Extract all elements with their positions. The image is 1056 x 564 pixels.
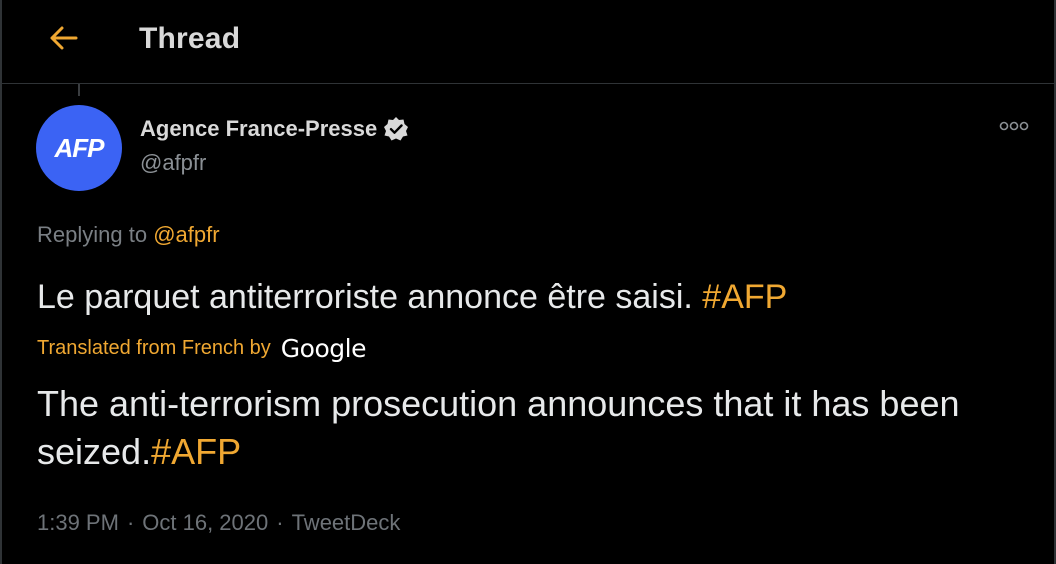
replying-to-label: Replying to — [37, 222, 148, 247]
back-button[interactable] — [42, 20, 86, 60]
tweet-time[interactable]: 1:39 PM — [37, 510, 119, 536]
translated-hashtag-link[interactable]: #AFP — [151, 431, 241, 472]
translation-attribution: Translated from French by Google — [37, 334, 366, 363]
google-logo: Google — [280, 334, 367, 363]
author-name[interactable]: Agence France-Presse — [140, 116, 377, 142]
more-options-button[interactable] — [996, 116, 1032, 140]
translated-text: The anti-terrorism prosecution announces… — [37, 380, 1017, 476]
hashtag-link[interactable]: #AFP — [702, 278, 787, 316]
tweet-date[interactable]: Oct 16, 2020 — [142, 510, 268, 536]
verified-badge-icon — [383, 116, 409, 142]
tweet-text: Le parquet antiterroriste annonce être s… — [37, 278, 787, 317]
tweet-source[interactable]: TweetDeck — [292, 510, 401, 536]
page-title: Thread — [139, 22, 241, 55]
author-name-row: Agence France-Presse — [140, 116, 409, 142]
replying-to-line: Replying to @afpfr — [37, 222, 220, 248]
tweet-body: Le parquet antiterroriste annonce être s… — [37, 278, 703, 316]
metadata-separator: · — [126, 510, 135, 535]
avatar-text: AFP — [54, 132, 105, 163]
author-handle[interactable]: @afpfr — [140, 150, 206, 176]
arrow-left-icon — [49, 25, 79, 56]
thread-header: Thread — [2, 0, 1054, 84]
thread-connector-line — [78, 84, 80, 96]
replying-to-handle-link[interactable]: @afpfr — [153, 222, 219, 247]
translated-from-label[interactable]: Translated from French by — [37, 337, 271, 360]
more-dots-icon — [999, 119, 1029, 137]
tweet-metadata: 1:39 PM · Oct 16, 2020 · TweetDeck — [37, 510, 400, 536]
tweet-detail-view: Thread AFP Agence France-Presse @afpfr R… — [0, 0, 1056, 564]
avatar[interactable]: AFP — [36, 105, 122, 191]
metadata-separator-2: · — [276, 510, 284, 535]
